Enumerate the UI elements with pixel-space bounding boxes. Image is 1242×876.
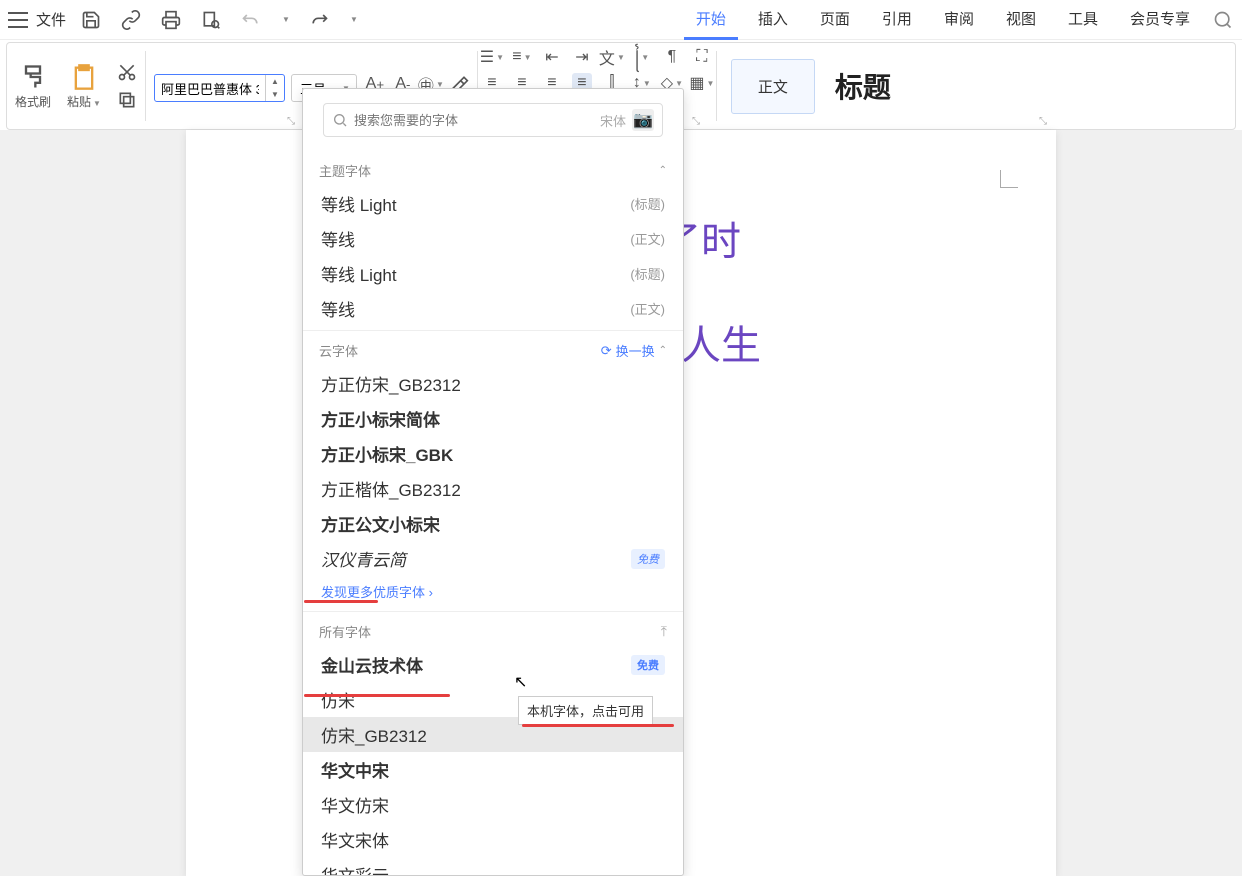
print-preview-icon[interactable]	[200, 9, 222, 31]
cut-icon[interactable]	[117, 62, 137, 82]
font-search-box[interactable]: 宋体 📷	[323, 103, 663, 137]
tab-review[interactable]: 审阅	[932, 0, 986, 40]
tab-page[interactable]: 页面	[808, 0, 862, 40]
font-item[interactable]: 方正楷体_GB2312	[303, 471, 683, 506]
font-item[interactable]: 华文彩云	[303, 857, 683, 876]
fit-width-icon[interactable]: ⛶	[692, 47, 712, 67]
styles-group: 正文 标题	[717, 43, 905, 129]
font-item[interactable]: 华文仿宋	[303, 787, 683, 822]
font-item[interactable]: 等线(正文)	[303, 221, 683, 256]
all-header: 所有字体	[319, 622, 371, 641]
font-item[interactable]: 等线 Light(标题)	[303, 186, 683, 221]
indent-decrease-icon[interactable]: ⇤	[542, 47, 562, 67]
file-menu[interactable]: 文件	[36, 9, 66, 30]
format-painter-icon[interactable]	[19, 63, 47, 91]
font-search-input[interactable]	[354, 113, 600, 128]
cloud-header: 云字体	[319, 341, 358, 360]
font-item[interactable]: 方正公文小标宋	[303, 506, 683, 541]
menu-icon[interactable]	[8, 12, 28, 28]
font-tooltip: 本机字体，点击可用	[518, 696, 653, 725]
undo-dropdown[interactable]: ▼	[282, 15, 290, 24]
numbering-icon[interactable]: ≡▼	[512, 47, 532, 67]
collapse-icon[interactable]: ⌃	[659, 165, 667, 176]
search-icon	[332, 112, 348, 128]
font-item[interactable]: 金山云技术体免费	[303, 647, 683, 682]
style-normal[interactable]: 正文	[731, 59, 815, 114]
font-item[interactable]: 方正小标宋_GBK	[303, 436, 683, 471]
copy-icon[interactable]	[117, 90, 137, 110]
refresh-fonts[interactable]: ⟳ 换一换 ⌃	[601, 341, 667, 360]
format-painter-label: 格式刷	[15, 93, 51, 110]
print-icon[interactable]	[160, 9, 182, 31]
ribbon-tabs: 开始 插入 页面 引用 审阅 视图 工具 会员专享	[684, 0, 1202, 40]
quick-actions: ▼ ▼	[80, 9, 358, 31]
strikethrough-icon[interactable]: ꧌▼	[632, 47, 652, 67]
annotation-line	[304, 694, 450, 697]
paragraph-mark-icon[interactable]: ¶	[662, 47, 682, 67]
font-item[interactable]: 方正仿宋_GB2312	[303, 366, 683, 401]
font-name-input[interactable]	[155, 81, 265, 96]
font-item[interactable]: 等线 Light(标题)	[303, 256, 683, 291]
paste-label: 粘贴▼	[67, 93, 101, 110]
tab-reference[interactable]: 引用	[870, 0, 924, 40]
search-icon[interactable]	[1212, 9, 1234, 31]
font-item[interactable]: 方正小标宋简体	[303, 401, 683, 436]
paste-icon[interactable]	[70, 63, 98, 91]
style-heading[interactable]: 标题	[835, 66, 891, 106]
tab-view[interactable]: 视图	[994, 0, 1048, 40]
clipboard-extra	[109, 43, 145, 129]
font-name-box[interactable]: ▲▼	[154, 74, 285, 102]
tab-start[interactable]: 开始	[684, 0, 738, 40]
font-down[interactable]: ▼	[266, 88, 284, 101]
camera-icon[interactable]: 📷	[632, 109, 654, 131]
cloud-fonts-section: 云字体 ⟳ 换一换 ⌃ 方正仿宋_GB2312 方正小标宋简体 方正小标宋_GBK…	[303, 331, 683, 612]
scroll-top-icon[interactable]: ⤒	[661, 623, 667, 640]
font-dropdown-panel: 宋体 📷 主题字体 ⌃ 等线 Light(标题) 等线(正文) 等线 Light(…	[302, 88, 684, 876]
format-painter-group: 格式刷	[7, 43, 59, 129]
theme-header: 主题字体	[319, 161, 371, 180]
undo-icon[interactable]	[240, 9, 262, 31]
font-item[interactable]: 华文宋体	[303, 822, 683, 857]
text-direction-icon[interactable]: 文▼	[602, 47, 622, 67]
redo-dropdown[interactable]: ▼	[350, 15, 358, 24]
theme-fonts-section: 主题字体 ⌃ 等线 Light(标题) 等线(正文) 等线 Light(标题) 等…	[303, 151, 683, 331]
annotation-line	[304, 600, 378, 603]
annotation-line	[522, 724, 674, 727]
paste-group: 粘贴▼	[59, 43, 109, 129]
borders-icon[interactable]: ▦▼	[692, 73, 712, 93]
cursor-icon: ↖	[514, 672, 527, 692]
bullets-icon[interactable]: ☰▼	[482, 47, 502, 67]
font-item[interactable]: 汉仪青云简免费	[303, 541, 683, 576]
redo-icon[interactable]	[308, 9, 330, 31]
font-up[interactable]: ▲	[266, 75, 284, 88]
all-fonts-section: 所有字体⤒ 金山云技术体免费 仿宋 仿宋_GB2312 华文中宋 华文仿宋 华文…	[303, 612, 683, 876]
tab-member[interactable]: 会员专享	[1118, 0, 1202, 40]
tab-tools[interactable]: 工具	[1056, 0, 1110, 40]
indent-increase-icon[interactable]: ⇥	[572, 47, 592, 67]
link-icon[interactable]	[120, 9, 142, 31]
save-icon[interactable]	[80, 9, 102, 31]
paragraph-launcher[interactable]: ⤡	[1039, 116, 1231, 127]
tab-insert[interactable]: 插入	[746, 0, 800, 40]
page-corner-mark	[1000, 170, 1018, 188]
font-item[interactable]: 等线(正文)	[303, 291, 683, 326]
top-bar: 文件 ▼ ▼ 开始 插入 页面 引用 审阅 视图 工具 会员专享	[0, 0, 1242, 40]
font-item[interactable]: 华文中宋	[303, 752, 683, 787]
font-search-hint: 宋体	[600, 111, 626, 130]
